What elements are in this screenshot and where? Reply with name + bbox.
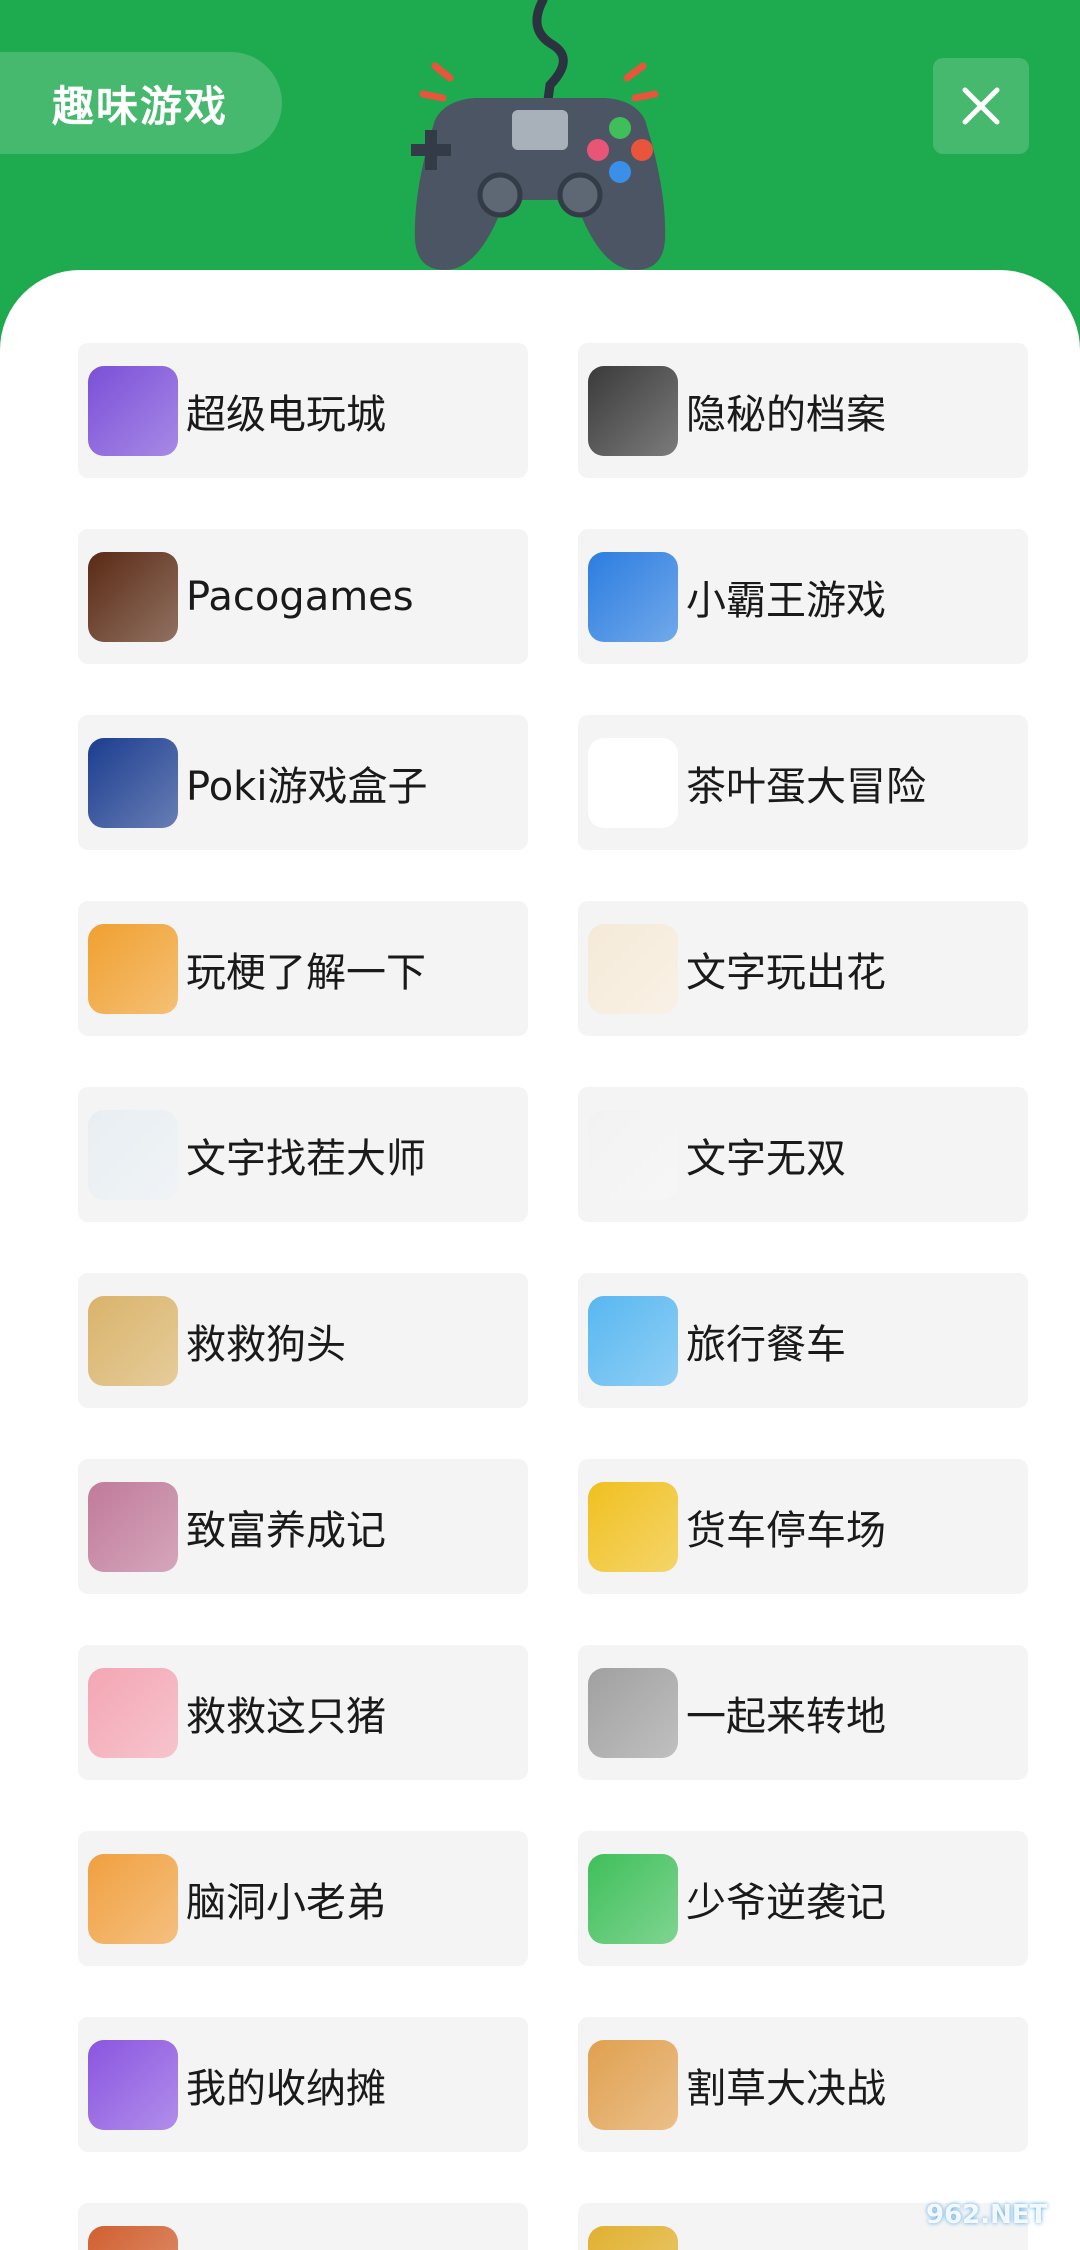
young-master-icon xyxy=(588,1853,678,1944)
text-warrior-icon xyxy=(588,1109,678,1200)
game-card[interactable]: 文字找茬大师 xyxy=(78,1087,528,1222)
text-spot-icon xyxy=(88,1109,178,1200)
game-label: 隐秘的档案 xyxy=(686,391,886,438)
partial-icon xyxy=(88,2225,178,2250)
game-card[interactable]: 文字玩出花 xyxy=(578,901,1028,1036)
corgi-icon xyxy=(88,2039,178,2130)
game-card[interactable] xyxy=(78,2203,528,2250)
game-card[interactable]: 玩梗了解一下 xyxy=(78,901,528,1036)
game-label: 脑洞小老弟 xyxy=(186,1879,386,1926)
game-card[interactable]: 脑洞小老弟 xyxy=(78,1831,528,1966)
dog-head-icon xyxy=(88,1295,178,1386)
game-card[interactable]: 少爷逆袭记 xyxy=(578,1831,1028,1966)
game-label: 割草大决战 xyxy=(686,2065,886,2112)
rich-story-icon xyxy=(88,1481,178,1572)
game-label: Poki游戏盒子 xyxy=(186,763,428,810)
game-card[interactable]: 一起来转地 xyxy=(578,1645,1028,1780)
game-card[interactable]: 小霸王游戏 xyxy=(578,529,1028,664)
game-label: 文字找茬大师 xyxy=(186,1135,426,1182)
pacogames-icon xyxy=(88,551,178,642)
game-card[interactable]: 茶叶蛋大冒险 xyxy=(578,715,1028,850)
game-card[interactable]: 文字无双 xyxy=(578,1087,1028,1222)
watermark: 962.NET xyxy=(926,2200,1048,2230)
game-label: 一起来转地 xyxy=(686,1693,886,1740)
game-label: 致富养成记 xyxy=(186,1507,386,1554)
game-label: 茶叶蛋大冒险 xyxy=(686,763,926,810)
partial-icon xyxy=(588,2225,678,2250)
close-button[interactable] xyxy=(933,58,1029,154)
meme-character-icon xyxy=(88,923,178,1014)
game-label: 救救狗头 xyxy=(186,1321,346,1368)
pig-icon xyxy=(88,1667,178,1758)
title-pill: 趣味游戏 xyxy=(0,52,282,154)
truck-parking-icon xyxy=(588,1481,678,1572)
game-card[interactable]: Pacogames xyxy=(78,529,528,664)
text-flower-icon xyxy=(588,923,678,1014)
game-card[interactable]: 救救这只猪 xyxy=(78,1645,528,1780)
game-label: 旅行餐车 xyxy=(686,1321,846,1368)
secret-files-icon xyxy=(588,365,678,456)
game-label: 少爷逆袭记 xyxy=(686,1879,886,1926)
game-label: 救救这只猪 xyxy=(186,1693,386,1740)
arcade-machine-icon xyxy=(88,365,178,456)
poki-logo-icon xyxy=(88,737,178,828)
games-sheet: 超级电玩城 隐秘的档案 Pacogames 小霸王游戏 Poki游戏盒子 茶叶蛋大冒险玩梗… xyxy=(0,270,1080,2250)
gamepad-icon xyxy=(411,0,666,270)
brain-boy-icon xyxy=(88,1853,178,1944)
yikm-mushroom-icon xyxy=(588,551,678,642)
game-label: 超级电玩城 xyxy=(186,391,386,438)
game-label: 文字玩出花 xyxy=(686,949,886,996)
game-card[interactable]: 割草大决战 xyxy=(578,2017,1028,2152)
tiger-icon xyxy=(588,2039,678,2130)
game-card[interactable]: 旅行餐车 xyxy=(578,1273,1028,1408)
game-label: 小霸王游戏 xyxy=(686,577,886,624)
game-card[interactable]: 隐秘的档案 xyxy=(578,343,1028,478)
drill-icon xyxy=(588,1667,678,1758)
tea-egg-icon xyxy=(588,737,678,828)
game-card[interactable]: 货车停车场 xyxy=(578,1459,1028,1594)
food-truck-icon xyxy=(588,1295,678,1386)
game-card[interactable]: 救救狗头 xyxy=(78,1273,528,1408)
game-card[interactable]: Poki游戏盒子 xyxy=(78,715,528,850)
game-label: 文字无双 xyxy=(686,1135,846,1182)
game-label: 玩梗了解一下 xyxy=(186,949,426,996)
game-card[interactable]: 超级电玩城 xyxy=(78,343,528,478)
game-label: 货车停车场 xyxy=(686,1507,886,1554)
game-label: Pacogames xyxy=(186,573,414,620)
close-icon xyxy=(962,87,1000,125)
game-card[interactable]: 致富养成记 xyxy=(78,1459,528,1594)
page-title: 趣味游戏 xyxy=(52,81,229,131)
game-card[interactable]: 我的收纳摊 xyxy=(78,2017,528,2152)
game-label: 我的收纳摊 xyxy=(186,2065,386,2112)
